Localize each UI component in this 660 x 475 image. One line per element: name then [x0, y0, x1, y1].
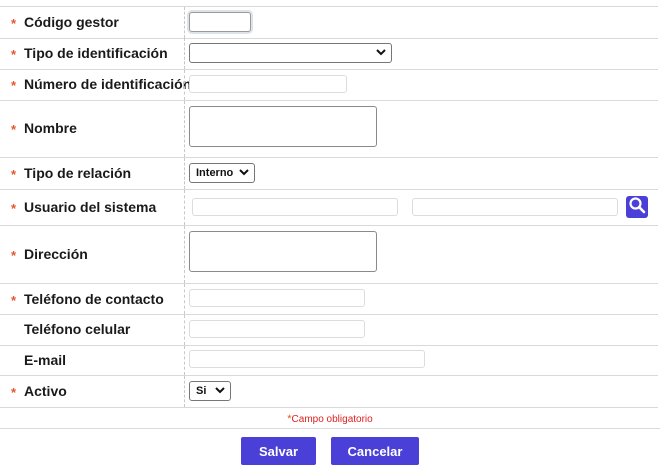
telefono-celular-label: Teléfono celular — [24, 321, 131, 337]
row-email: E-mail — [0, 346, 658, 376]
chevron-down-icon — [215, 385, 225, 397]
row-direccion: * Dirección — [0, 226, 658, 284]
required-marker: * — [11, 201, 17, 216]
row-usuario-sistema: * Usuario del sistema — [0, 190, 658, 226]
numero-identificacion-input[interactable] — [189, 75, 347, 93]
tipo-identificacion-select[interactable] — [189, 43, 392, 63]
row-activo: * Activo Si — [0, 376, 658, 408]
telefono-contacto-input[interactable] — [189, 289, 365, 307]
required-marker: * — [11, 47, 17, 62]
tipo-relacion-select[interactable]: Interno — [189, 163, 255, 183]
email-label: E-mail — [24, 352, 67, 368]
row-nombre: * Nombre — [0, 101, 658, 158]
row-telefono-celular: Teléfono celular — [0, 315, 658, 346]
tipo-relacion-label: Tipo de relación — [24, 165, 132, 181]
tipo-relacion-value: Interno — [196, 167, 234, 179]
numero-identificacion-label: Número de identificación — [24, 76, 192, 92]
row-tipo-relacion: * Tipo de relación Interno — [0, 158, 658, 190]
direccion-textarea[interactable] — [189, 231, 377, 272]
nombre-label: Nombre — [24, 120, 77, 136]
codigo-gestor-input[interactable] — [189, 12, 251, 32]
activo-select[interactable]: Si — [189, 381, 231, 401]
row-telefono-contacto: * Teléfono de contacto — [0, 284, 658, 315]
search-user-button[interactable] — [626, 196, 648, 218]
usuario-sistema-code-input[interactable] — [192, 198, 398, 216]
required-note-text: Campo obligatorio — [291, 414, 373, 425]
chevron-down-icon — [376, 47, 386, 59]
row-numero-identificacion: * Número de identificación — [0, 70, 658, 101]
email-input[interactable] — [189, 350, 425, 368]
codigo-gestor-label: Código gestor — [24, 14, 119, 30]
tipo-identificacion-label: Tipo de identificación — [24, 45, 168, 61]
row-tipo-identificacion: * Tipo de identificación — [0, 38, 658, 70]
save-button[interactable]: Salvar — [241, 437, 316, 465]
usuario-sistema-name-input[interactable] — [412, 198, 618, 216]
required-marker: * — [11, 167, 17, 182]
activo-label: Activo — [24, 383, 67, 399]
search-icon — [628, 196, 646, 219]
direccion-label: Dirección — [24, 246, 88, 262]
required-marker: * — [11, 122, 17, 137]
required-marker: * — [11, 16, 17, 31]
cancel-button[interactable]: Cancelar — [331, 437, 419, 465]
required-marker: * — [11, 248, 17, 263]
activo-value: Si — [196, 385, 207, 397]
required-note: *Campo obligatorio — [0, 413, 660, 425]
nombre-textarea[interactable] — [189, 106, 377, 147]
telefono-contacto-label: Teléfono de contacto — [24, 291, 164, 307]
row-codigo-gestor: * Código gestor — [0, 6, 658, 39]
usuario-sistema-label: Usuario del sistema — [24, 199, 157, 215]
required-marker: * — [11, 78, 17, 93]
chevron-down-icon — [239, 167, 249, 179]
required-marker: * — [11, 293, 17, 308]
required-marker: * — [11, 385, 17, 400]
divider — [0, 428, 660, 429]
telefono-celular-input[interactable] — [189, 320, 365, 338]
